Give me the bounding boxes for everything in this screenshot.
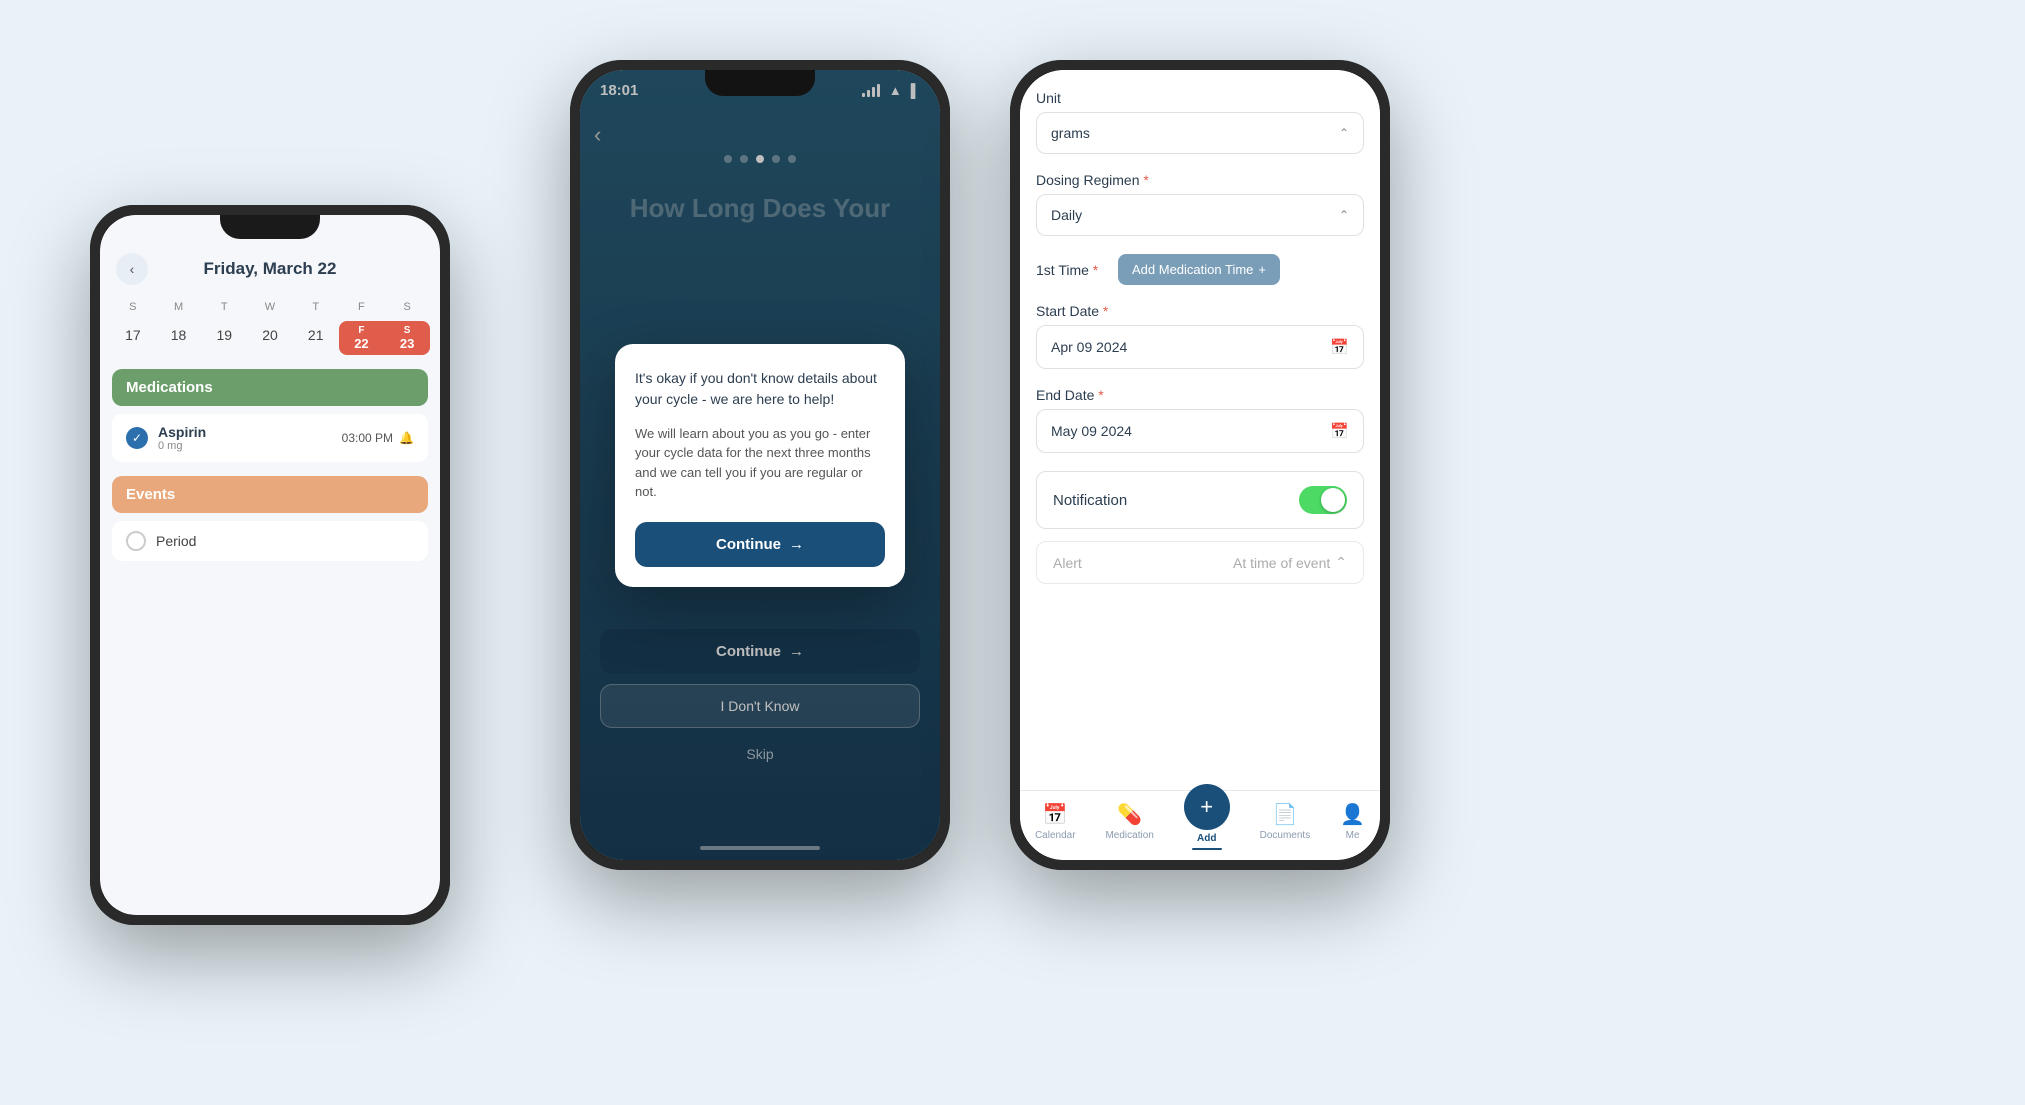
first-time-label: 1st Time * [1036, 262, 1106, 278]
dosing-select-arrow-icon: ⌃ [1339, 208, 1349, 222]
toggle-knob [1321, 488, 1345, 512]
phone-center: 18:01 ▲ ▌ ‹ [570, 60, 950, 870]
phone-left: ‹ Friday, March 22 S M T W T F S 17 18 1… [90, 205, 450, 925]
alert-label: Alert [1053, 555, 1082, 571]
medications-section-header: Medications [112, 369, 428, 406]
calendar-title: Friday, March 22 [158, 259, 382, 279]
calendar-nav-label: Calendar [1035, 830, 1076, 841]
alert-row[interactable]: Alert At time of event ⌃ [1036, 541, 1364, 584]
bottom-navigation: 📅 Calendar 💊 Medication + Add 📄 Document… [1020, 790, 1380, 860]
nav-me[interactable]: 👤 Me [1340, 802, 1365, 841]
medication-nav-label: Medication [1105, 830, 1153, 841]
documents-nav-label: Documents [1260, 830, 1311, 841]
alert-arrow-icon: ⌃ [1335, 554, 1347, 571]
unit-value: grams [1051, 125, 1090, 141]
start-date-input[interactable]: Apr 09 2024 📅 [1036, 325, 1364, 369]
dow-sat: S [384, 297, 430, 317]
notification-label: Notification [1053, 492, 1127, 509]
phone-right-screen: Unit grams ⌃ Dosing Regimen * Daily ⌃ [1020, 70, 1380, 860]
calendar-header: ‹ Friday, March 22 [100, 245, 440, 297]
phone-center-screen: 18:01 ▲ ▌ ‹ [580, 70, 940, 860]
phone-right: Unit grams ⌃ Dosing Regimen * Daily ⌃ [1010, 60, 1390, 870]
start-date-calendar-icon: 📅 [1330, 338, 1349, 356]
medication-nav-icon: 💊 [1117, 802, 1142, 827]
end-date-calendar-icon: 📅 [1330, 422, 1349, 440]
period-event-item: Period [112, 521, 428, 561]
notification-toggle[interactable] [1299, 486, 1347, 514]
aspirin-medication-item: ✓ Aspirin 0 mg 03:00 PM 🔔 [112, 414, 428, 462]
modal-secondary-text: We will learn about you as you go - ente… [635, 424, 885, 502]
modal-continue-arrow-icon: → [789, 536, 804, 553]
calendar-screen: ‹ Friday, March 22 S M T W T F S 17 18 1… [100, 215, 440, 915]
add-medication-time-button[interactable]: Add Medication Time + [1118, 254, 1280, 285]
end-date-label: End Date * [1036, 387, 1364, 403]
events-section-header: Events [112, 476, 428, 513]
add-time-plus-icon: + [1258, 262, 1266, 277]
center-screen: 18:01 ▲ ▌ ‹ [580, 70, 940, 860]
end-date-field-group: End Date * May 09 2024 📅 [1036, 387, 1364, 453]
cal-day-22[interactable]: F 22 [339, 321, 385, 355]
calendar-back-button[interactable]: ‹ [116, 253, 148, 285]
modal-card: It's okay if you don't know details abou… [615, 344, 905, 587]
dow-mon: M [156, 297, 202, 317]
documents-nav-icon: 📄 [1272, 802, 1297, 827]
nav-add[interactable]: + Add [1184, 794, 1230, 850]
modal-continue-button[interactable]: Continue → [635, 522, 885, 567]
end-date-value: May 09 2024 [1051, 423, 1132, 439]
dow-fri: F [339, 297, 385, 317]
cal-day-17[interactable]: 17 [110, 321, 156, 355]
modal-overlay: It's okay if you don't know details abou… [580, 70, 940, 860]
cal-day-19[interactable]: 19 [201, 321, 247, 355]
medication-dose: 0 mg [158, 440, 206, 452]
dow-wed: W [247, 297, 293, 317]
start-date-value: Apr 09 2024 [1051, 339, 1127, 355]
cal-day-23[interactable]: S 23 [384, 321, 430, 355]
dosing-label: Dosing Regimen * [1036, 172, 1364, 188]
me-nav-label: Me [1346, 830, 1360, 841]
dosing-value: Daily [1051, 207, 1082, 223]
medication-check-icon: ✓ [126, 427, 148, 449]
start-date-label: Start Date * [1036, 303, 1364, 319]
dow-sun: S [110, 297, 156, 317]
notification-row: Notification [1036, 471, 1364, 529]
dosing-select[interactable]: Daily ⌃ [1036, 194, 1364, 236]
phone-left-screen: ‹ Friday, March 22 S M T W T F S 17 18 1… [100, 215, 440, 915]
first-time-row: 1st Time * Add Medication Time + [1036, 254, 1364, 285]
cal-day-20[interactable]: 20 [247, 321, 293, 355]
dow-tue: T [201, 297, 247, 317]
calendar-week-days: 17 18 19 20 21 F 22 S 23 [100, 321, 440, 355]
dosing-required-indicator: * [1143, 172, 1148, 188]
nav-calendar[interactable]: 📅 Calendar [1035, 802, 1076, 841]
dow-thu: T [293, 297, 339, 317]
add-nav-active-line [1192, 848, 1222, 850]
unit-label: Unit [1036, 90, 1364, 106]
medication-info: Aspirin 0 mg [158, 424, 206, 452]
unit-select-arrow-icon: ⌃ [1339, 126, 1349, 140]
start-date-field-group: Start Date * Apr 09 2024 📅 [1036, 303, 1364, 369]
calendar-week-header: S M T W T F S [100, 297, 440, 317]
right-form-screen: Unit grams ⌃ Dosing Regimen * Daily ⌃ [1020, 70, 1380, 860]
nav-medication[interactable]: 💊 Medication [1105, 802, 1153, 841]
medication-name: Aspirin [158, 424, 206, 440]
unit-select[interactable]: grams ⌃ [1036, 112, 1364, 154]
me-nav-icon: 👤 [1340, 802, 1365, 827]
end-date-input[interactable]: May 09 2024 📅 [1036, 409, 1364, 453]
alert-value: At time of event ⌃ [1233, 554, 1347, 571]
event-label: Period [156, 533, 196, 549]
dosing-field-group: Dosing Regimen * Daily ⌃ [1036, 172, 1364, 236]
calendar-nav-icon: 📅 [1043, 802, 1068, 827]
event-circle-icon [126, 531, 146, 551]
nav-documents[interactable]: 📄 Documents [1260, 802, 1311, 841]
alarm-icon: 🔔 [399, 431, 414, 445]
form-content: Unit grams ⌃ Dosing Regimen * Daily ⌃ [1020, 70, 1380, 790]
modal-primary-text: It's okay if you don't know details abou… [635, 368, 885, 410]
cal-day-21[interactable]: 21 [293, 321, 339, 355]
unit-field-group: Unit grams ⌃ [1036, 90, 1364, 154]
phone-left-notch [220, 215, 320, 239]
add-nav-button[interactable]: + [1184, 784, 1230, 830]
medication-time: 03:00 PM 🔔 [342, 431, 414, 445]
add-nav-label: Add [1197, 833, 1216, 844]
cal-day-18[interactable]: 18 [156, 321, 202, 355]
